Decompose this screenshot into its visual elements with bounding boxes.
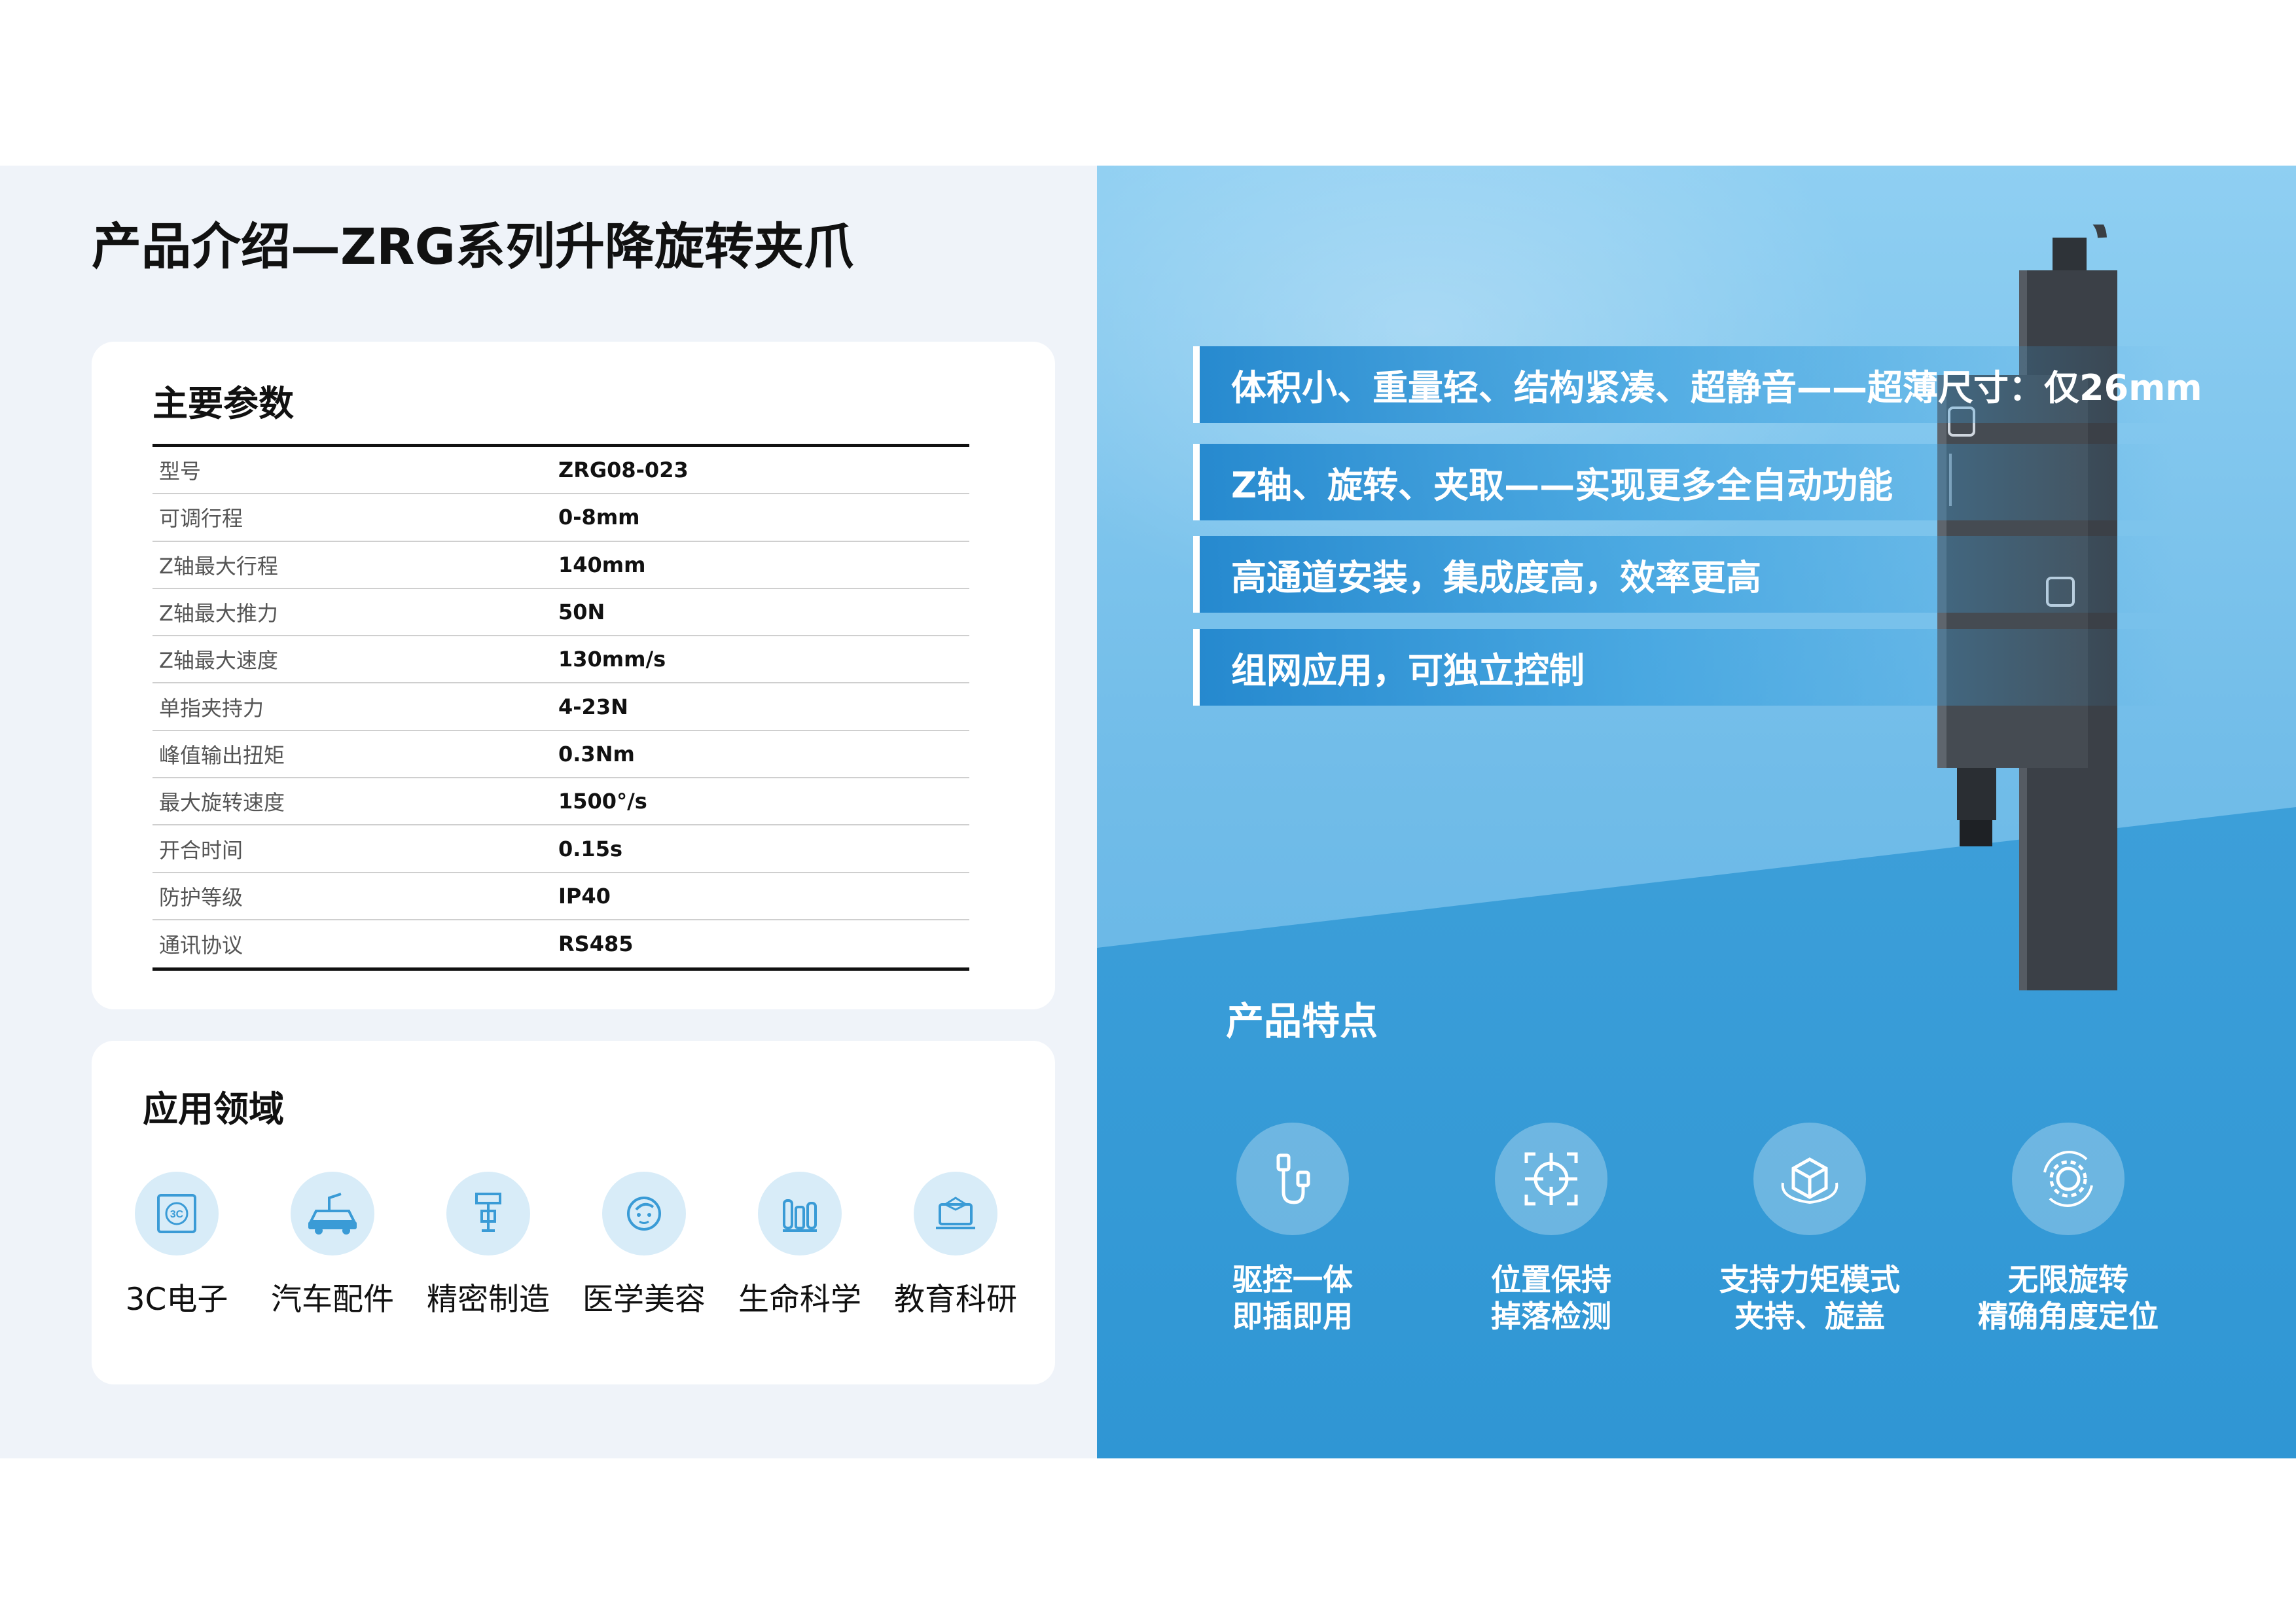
spec-value: 140mm [558, 552, 646, 577]
spec-table: 型号 ZRG08-023 可调行程 0-8mm Z轴最大行程 140mm Z轴最大推力… [152, 444, 969, 971]
app-label: 3C电子 [125, 1282, 228, 1318]
chip-badge: 3C [170, 1209, 184, 1220]
spec-label: Z轴最大速度 [159, 648, 278, 674]
highlight-text: 高通道安装，集成度高，效率更高 [1231, 557, 1761, 598]
feature-line: 支持力矩模式 [1719, 1262, 1900, 1297]
feature-line: 位置保持 [1491, 1262, 1611, 1297]
feature-item: 驱控一体 即插即用 [1175, 1123, 1410, 1335]
table-row: 防护等级 IP40 [152, 873, 969, 920]
spec-label: 可调行程 [159, 506, 243, 532]
spec-value: 0.15s [558, 836, 622, 861]
spec-label: Z轴最大推力 [159, 601, 278, 626]
feature-line: 精确角度定位 [1978, 1299, 2159, 1334]
feature-line: 无限旋转 [2008, 1262, 2128, 1297]
spec-label: 开合时间 [159, 837, 243, 863]
spec-label: 防护等级 [159, 884, 243, 910]
features-heading: 产品特点 [1226, 999, 1378, 1043]
feature-text: 无限旋转 精确角度定位 [1950, 1261, 2186, 1335]
table-row: Z轴最大速度 130mm/s [152, 636, 969, 684]
highlight-text: Z轴、旋转、夹取——实现更多全自动功能 [1231, 465, 1893, 506]
feature-line: 掉落检测 [1491, 1299, 1611, 1334]
graduation-laptop-icon [914, 1172, 997, 1255]
feature-item: 支持力矩模式 夹持、旋盖 [1692, 1123, 1928, 1335]
spec-label: 单指夹持力 [159, 695, 264, 721]
applications-heading: 应用领域 [143, 1089, 284, 1130]
test-tube-icon [758, 1172, 842, 1255]
app-label: 汽车配件 [271, 1282, 394, 1318]
precision-tool-icon [446, 1172, 530, 1255]
feature-item: 位置保持 掉落检测 [1433, 1123, 1669, 1335]
spec-label: 通讯协议 [159, 933, 243, 958]
face-care-icon [602, 1172, 686, 1255]
spec-value: ZRG08-023 [558, 458, 689, 483]
target-crosshair-icon [1495, 1123, 1607, 1235]
feature-line: 夹持、旋盖 [1734, 1299, 1885, 1334]
spec-label: 型号 [159, 459, 202, 484]
feature-text: 支持力矩模式 夹持、旋盖 [1692, 1261, 1928, 1335]
app-item-education: 教育科研 [884, 1172, 1028, 1319]
app-label: 教育科研 [894, 1282, 1017, 1318]
applications-card: 应用领域 3C 3C电子 汽车配件 精密制造 医学美容 生命科学 教育科研 [92, 1041, 1055, 1384]
box-rotate-icon [1753, 1123, 1866, 1235]
spec-value: 0.3Nm [558, 741, 635, 767]
spec-value: 50N [558, 600, 605, 625]
specs-heading: 主要参数 [152, 383, 294, 424]
slide: 产品介绍—ZRG系列升降旋转夹爪 主要参数 型号 ZRG08-023 可调行程 0-… [0, 166, 2296, 1458]
table-row: Z轴最大行程 140mm [152, 542, 969, 589]
app-item-lifescience: 生命科学 [728, 1172, 872, 1319]
table-row: 型号 ZRG08-023 [152, 447, 969, 495]
highlight-text: 体积小、重量轻、结构紧凑、超静音——超薄尺寸：仅26mm [1231, 367, 2202, 408]
spec-value: RS485 [558, 931, 634, 957]
feature-line: 即插即用 [1232, 1299, 1353, 1334]
app-label: 生命科学 [738, 1282, 861, 1318]
highlight-text: 组网应用，可独立控制 [1231, 650, 1585, 691]
app-item-3c: 3C 3C电子 [105, 1172, 249, 1319]
table-row: 可调行程 0-8mm [152, 494, 969, 542]
table-row: 峰值输出扭矩 0.3Nm [152, 731, 969, 779]
highlight-banner: 组网应用，可独立控制 [1193, 629, 2175, 706]
spec-label: 峰值输出扭矩 [159, 742, 285, 768]
highlight-banner: 体积小、重量轻、结构紧凑、超静音——超薄尺寸：仅26mm [1193, 346, 2202, 423]
highlight-banner: 高通道安装，集成度高，效率更高 [1193, 536, 2175, 613]
table-row: 最大旋转速度 1500°/s [152, 778, 969, 826]
specs-card: 主要参数 型号 ZRG08-023 可调行程 0-8mm Z轴最大行程 140mm Z… [92, 342, 1055, 1009]
spec-value: 130mm/s [558, 647, 666, 672]
feature-text: 位置保持 掉落检测 [1433, 1261, 1669, 1335]
applications-list: 3C 3C电子 汽车配件 精密制造 医学美容 生命科学 教育科研 [124, 1172, 1041, 1348]
chip-icon: 3C [135, 1172, 219, 1255]
highlight-banner: Z轴、旋转、夹取——实现更多全自动功能 [1193, 444, 2175, 520]
table-row: Z轴最大推力 50N [152, 589, 969, 637]
spec-label: Z轴最大行程 [159, 553, 278, 579]
spec-label: 最大旋转速度 [159, 790, 285, 816]
gear-rotate-icon [2012, 1123, 2125, 1235]
spec-value: 4-23N [558, 694, 628, 719]
table-row: 单指夹持力 4-23N [152, 683, 969, 731]
table-row: 通讯协议 RS485 [152, 920, 969, 967]
app-item-precision: 精密制造 [416, 1172, 560, 1319]
app-item-auto: 汽车配件 [260, 1172, 404, 1319]
feature-text: 驱控一体 即插即用 [1175, 1261, 1410, 1335]
app-label: 精密制造 [427, 1282, 550, 1318]
spec-value: IP40 [558, 883, 611, 909]
app-label: 医学美容 [583, 1282, 706, 1318]
table-row: 开合时间 0.15s [152, 825, 969, 873]
feature-item: 无限旋转 精确角度定位 [1950, 1123, 2186, 1335]
app-item-medical: 医学美容 [572, 1172, 716, 1319]
page-title: 产品介绍—ZRG系列升降旋转夹爪 [92, 217, 854, 276]
plug-cable-icon [1236, 1123, 1349, 1235]
feature-line: 驱控一体 [1232, 1262, 1353, 1297]
car-icon [291, 1172, 374, 1255]
spec-value: 0-8mm [558, 505, 640, 530]
spec-value: 1500°/s [558, 789, 647, 814]
